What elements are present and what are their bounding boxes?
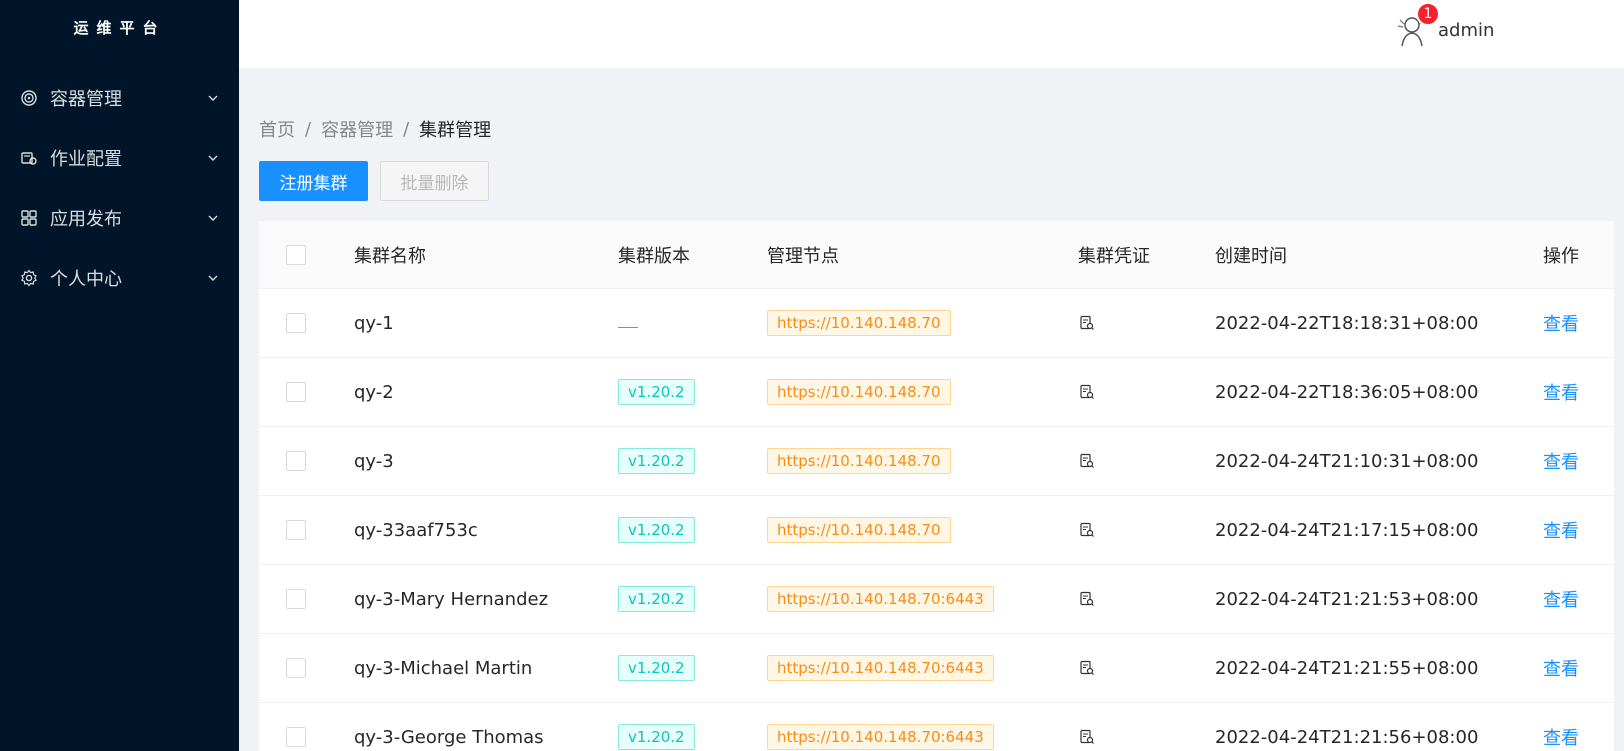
cluster-name: qy-3-Mary Hernandez bbox=[354, 588, 549, 610]
chevron-down-icon bbox=[207, 272, 219, 284]
register-cluster-button[interactable]: 注册集群 bbox=[259, 161, 368, 201]
node-url-tag: https://10.140.148.70:6443 bbox=[767, 724, 994, 750]
node-url-tag: https://10.140.148.70 bbox=[767, 310, 951, 336]
breadcrumb-separator: / bbox=[305, 118, 312, 140]
column-header-credential: 集群凭证 bbox=[1078, 245, 1150, 267]
node-url-tag: https://10.140.148.70 bbox=[767, 448, 951, 474]
created-time: 2022-04-24T21:21:56+08:00 bbox=[1215, 726, 1479, 748]
node-url-tag: https://10.140.148.70:6443 bbox=[767, 586, 994, 612]
batch-delete-button: 批量删除 bbox=[380, 161, 489, 201]
sidebar-item-personal-center[interactable]: 个人中心 bbox=[0, 248, 239, 308]
table-row: qy-3-Michael Martin v1.20.2 https://10.1… bbox=[259, 634, 1614, 703]
created-time: 2022-04-24T21:17:15+08:00 bbox=[1215, 519, 1479, 541]
node-url-tag: https://10.140.148.70 bbox=[767, 517, 951, 543]
table-row: qy-1 https://10.140.148.70 2022-04-22T18… bbox=[259, 289, 1614, 358]
created-time: 2022-04-22T18:18:31+08:00 bbox=[1215, 312, 1479, 334]
view-credential-icon[interactable] bbox=[1078, 452, 1096, 470]
version-tag: v1.20.2 bbox=[618, 517, 695, 543]
row-checkbox[interactable] bbox=[286, 727, 306, 747]
created-time: 2022-04-24T21:21:55+08:00 bbox=[1215, 657, 1479, 679]
sidebar-item-label: 作业配置 bbox=[50, 149, 122, 170]
version-tag: v1.20.2 bbox=[618, 655, 695, 681]
breadcrumb-home[interactable]: 首页 bbox=[259, 116, 295, 142]
chevron-down-icon bbox=[207, 152, 219, 164]
version-tag: v1.20.2 bbox=[618, 724, 695, 750]
table-row: qy-3 v1.20.2 https://10.140.148.70 2022-… bbox=[259, 427, 1614, 496]
view-link[interactable]: 查看 bbox=[1543, 724, 1579, 750]
job-config-icon bbox=[20, 149, 38, 167]
cluster-name: qy-2 bbox=[354, 381, 394, 403]
table-header: 集群名称 集群版本 管理节点 集群凭证 创建时间 操作 bbox=[259, 221, 1614, 289]
view-link[interactable]: 查看 bbox=[1543, 310, 1579, 336]
row-checkbox[interactable] bbox=[286, 451, 306, 471]
view-credential-icon[interactable] bbox=[1078, 728, 1096, 746]
avatar[interactable]: 1 bbox=[1394, 2, 1440, 48]
breadcrumb-container-management[interactable]: 容器管理 bbox=[321, 116, 393, 142]
column-header-version: 集群版本 bbox=[618, 245, 690, 267]
view-link[interactable]: 查看 bbox=[1543, 379, 1579, 405]
notification-badge: 1 bbox=[1416, 2, 1440, 26]
column-header-action: 操作 bbox=[1543, 245, 1579, 267]
breadcrumb-current: 集群管理 bbox=[419, 120, 492, 141]
container-icon bbox=[20, 89, 38, 107]
cluster-name: qy-33aaf753c bbox=[354, 519, 478, 541]
breadcrumb: 首页 / 容器管理 / 集群管理 bbox=[259, 116, 491, 142]
view-link[interactable]: 查看 bbox=[1543, 586, 1579, 612]
sidebar-item-container-management[interactable]: 容器管理 bbox=[0, 68, 239, 128]
view-credential-icon[interactable] bbox=[1078, 314, 1096, 332]
column-header-created: 创建时间 bbox=[1215, 245, 1287, 267]
created-time: 2022-04-22T18:36:05+08:00 bbox=[1215, 381, 1479, 403]
username[interactable]: admin bbox=[1438, 20, 1494, 41]
cluster-name: qy-3-Michael Martin bbox=[354, 657, 533, 679]
sidebar-item-label: 应用发布 bbox=[50, 209, 122, 230]
chevron-down-icon bbox=[207, 92, 219, 104]
cluster-table: 集群名称 集群版本 管理节点 集群凭证 创建时间 操作 qy-1 https:/… bbox=[259, 221, 1614, 751]
row-checkbox[interactable] bbox=[286, 589, 306, 609]
node-url-tag: https://10.140.148.70 bbox=[767, 379, 951, 405]
table-row: qy-2 v1.20.2 https://10.140.148.70 2022-… bbox=[259, 358, 1614, 427]
row-checkbox[interactable] bbox=[286, 382, 306, 402]
cluster-name: qy-1 bbox=[354, 312, 394, 334]
select-all-checkbox[interactable] bbox=[286, 244, 306, 265]
sidebar-item-label: 个人中心 bbox=[50, 269, 122, 290]
view-credential-icon[interactable] bbox=[1078, 659, 1096, 677]
sidebar: 运维平台 容器管理 作业配置 应用发布 个人中心 bbox=[0, 0, 239, 751]
row-checkbox[interactable] bbox=[286, 313, 306, 333]
cluster-name: qy-3 bbox=[354, 450, 394, 472]
view-link[interactable]: 查看 bbox=[1543, 655, 1579, 681]
top-header: 1 admin bbox=[239, 0, 1624, 68]
row-checkbox[interactable] bbox=[286, 658, 306, 678]
chevron-down-icon bbox=[207, 212, 219, 224]
version-tag: v1.20.2 bbox=[618, 448, 695, 474]
column-header-name: 集群名称 bbox=[354, 245, 426, 267]
app-title: 运维平台 bbox=[73, 19, 166, 37]
view-credential-icon[interactable] bbox=[1078, 521, 1096, 539]
breadcrumb-separator: / bbox=[403, 118, 410, 140]
app-grid-icon bbox=[20, 209, 38, 227]
created-time: 2022-04-24T21:21:53+08:00 bbox=[1215, 588, 1479, 610]
sidebar-item-label: 容器管理 bbox=[50, 89, 122, 110]
user-menu[interactable]: 1 admin bbox=[1394, 2, 1494, 48]
view-credential-icon[interactable] bbox=[1078, 590, 1096, 608]
view-credential-icon[interactable] bbox=[1078, 383, 1096, 401]
view-link[interactable]: 查看 bbox=[1543, 517, 1579, 543]
table-body: qy-1 https://10.140.148.70 2022-04-22T18… bbox=[259, 289, 1614, 751]
cluster-name: qy-3-George Thomas bbox=[354, 726, 544, 748]
sidebar-item-app-release[interactable]: 应用发布 bbox=[0, 188, 239, 248]
table-row: qy-3-George Thomas v1.20.2 https://10.14… bbox=[259, 703, 1614, 751]
column-header-node: 管理节点 bbox=[767, 245, 839, 267]
sidebar-item-job-config[interactable]: 作业配置 bbox=[0, 128, 239, 188]
table-row: qy-3-Mary Hernandez v1.20.2 https://10.1… bbox=[259, 565, 1614, 634]
created-time: 2022-04-24T21:10:31+08:00 bbox=[1215, 450, 1479, 472]
version-tag: v1.20.2 bbox=[618, 379, 695, 405]
version-tag: v1.20.2 bbox=[618, 586, 695, 612]
sidebar-menu: 容器管理 作业配置 应用发布 个人中心 bbox=[0, 68, 239, 308]
table-row: qy-33aaf753c v1.20.2 https://10.140.148.… bbox=[259, 496, 1614, 565]
row-checkbox[interactable] bbox=[286, 520, 306, 540]
version-empty-dash bbox=[618, 326, 638, 328]
settings-gear-icon bbox=[20, 269, 38, 287]
node-url-tag: https://10.140.148.70:6443 bbox=[767, 655, 994, 681]
view-link[interactable]: 查看 bbox=[1543, 448, 1579, 474]
